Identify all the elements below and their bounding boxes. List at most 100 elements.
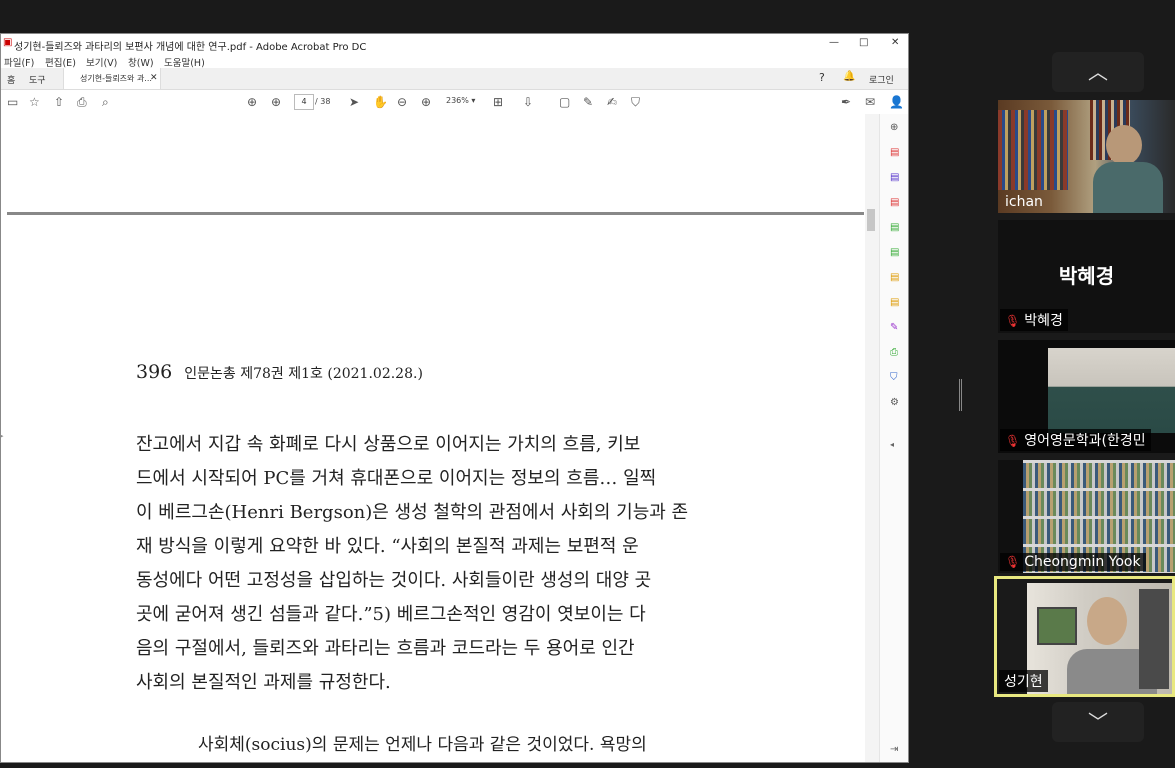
login-link[interactable]: 로그인 bbox=[869, 73, 894, 86]
person-image bbox=[1106, 125, 1142, 165]
select-cursor-icon[interactable]: ➤ bbox=[349, 95, 359, 109]
help-icon[interactable]: ? bbox=[819, 71, 825, 84]
text-line: 곳에 굳어져 생긴 섬들과 같다.”5) 베르그손적인 영감이 엿보이는 다 bbox=[136, 604, 646, 625]
tab-home[interactable]: 홈 bbox=[7, 73, 15, 86]
scroll-up-button[interactable]: ︿ bbox=[1052, 52, 1144, 92]
text-line: 동성에다 어떤 고정성을 삽입하는 것이다. 사회들이란 생성의 대양 곳 bbox=[136, 570, 652, 591]
tab-document[interactable]: 성기현-들뢰즈와 과... ✕ bbox=[63, 68, 161, 89]
mic-muted-icon: 🎙 bbox=[1005, 314, 1021, 328]
text-line: 이 베르그손(Henri Bergson)은 생성 철학의 관점에서 사회의 기… bbox=[136, 502, 689, 523]
window-title: 성기현-들뢰즈와 과타리의 보편사 개념에 대한 연구.pdf - Adobe … bbox=[14, 42, 367, 53]
menu-view[interactable]: 보기(V) bbox=[86, 55, 117, 69]
tab-bar: 홈 도구 성기현-들뢰즈와 과... ✕ ? 🔔 로그인 bbox=[1, 68, 908, 90]
participant-name: ichan bbox=[1005, 194, 1043, 210]
create-pdf-icon[interactable]: ▤ bbox=[890, 147, 899, 159]
export-pdf-icon[interactable]: ▤ bbox=[890, 197, 899, 209]
menu-edit[interactable]: 편집(E) bbox=[45, 55, 76, 69]
panel-resize-handle[interactable] bbox=[959, 379, 962, 411]
bookmark-star-icon[interactable]: ☆ bbox=[29, 95, 40, 109]
print-icon[interactable]: ⎙ bbox=[77, 95, 87, 109]
participant-name: 박혜경 bbox=[1024, 313, 1063, 329]
coat-image bbox=[1139, 589, 1169, 689]
print-production-icon[interactable]: ⎙ bbox=[890, 347, 898, 359]
search-icon[interactable]: ⌕ bbox=[102, 95, 109, 109]
participant-display-name: 박혜경 bbox=[1058, 264, 1115, 288]
journal-header: 인문논총 제78권 제1호 (2021.02.28.) bbox=[184, 366, 423, 382]
tab-close-icon[interactable]: ✕ bbox=[150, 73, 158, 83]
page-fit-icon[interactable]: ⊞ bbox=[493, 95, 503, 109]
video-tile[interactable]: 🎙 영어영문학과(한경민 bbox=[998, 340, 1175, 453]
minimize-icon[interactable]: — bbox=[829, 37, 839, 48]
edit-pdf-icon[interactable]: ▤ bbox=[890, 172, 899, 184]
previous-page-icon[interactable]: ⊕ bbox=[247, 95, 257, 109]
menu-bar: 파일(F) 편집(E) 보기(V) 창(W) 도움말(H) bbox=[1, 53, 908, 69]
hand-tool-icon[interactable]: ✋ bbox=[373, 95, 388, 109]
zoom-in-icon[interactable]: ⊕ bbox=[421, 95, 431, 109]
upload-icon[interactable]: ⇧ bbox=[54, 95, 64, 109]
participant-name: 성기현 bbox=[999, 670, 1048, 692]
mail-icon[interactable]: ✉ bbox=[865, 95, 875, 109]
chevron-up-icon: ︿ bbox=[1088, 60, 1108, 84]
text-line: 잔고에서 지갑 속 화폐로 다시 상품으로 이어지는 가치의 흐름, 키보 bbox=[136, 434, 641, 455]
comment-tool-icon[interactable]: ▤ bbox=[890, 272, 899, 284]
meeting-top-bar bbox=[0, 0, 1175, 33]
window-image bbox=[1037, 607, 1077, 645]
person-image bbox=[1087, 597, 1127, 645]
fill-sign-icon[interactable]: ✒ bbox=[841, 95, 851, 109]
combine-files-icon[interactable]: ▤ bbox=[890, 247, 899, 259]
zoom-select[interactable]: 236% ▾ bbox=[446, 94, 482, 108]
participant-name: Cheongmin Yook bbox=[1024, 554, 1141, 570]
bookshelf-image bbox=[998, 110, 1068, 190]
video-tile[interactable]: 🎙 Cheongmin Yook bbox=[998, 460, 1175, 573]
speech-bubble-icon[interactable]: ▤ bbox=[890, 297, 899, 309]
block-quote: 사회체(socius)의 문제는 언제나 다음과 같은 것이었다. 욕망의 bbox=[198, 735, 647, 755]
body-paragraph: 잔고에서 지갑 속 화폐로 다시 상품으로 이어지는 가치의 흐름, 키보 드에… bbox=[136, 428, 736, 700]
highlight-pen-icon[interactable]: ✎ bbox=[583, 95, 593, 109]
page-number-input[interactable]: 4 bbox=[294, 94, 314, 110]
zoom-out-icon[interactable]: ⊖ bbox=[397, 95, 407, 109]
close-icon[interactable]: ✕ bbox=[891, 37, 899, 48]
scroll-mode-icon[interactable]: ⇩ bbox=[523, 95, 533, 109]
text-line: 음의 구절에서, 들뢰즈와 과타리는 흐름과 코드라는 두 용어로 인간 bbox=[136, 638, 635, 659]
more-tools-icon[interactable]: ⚙ bbox=[890, 397, 899, 409]
expand-pane-icon[interactable]: ⇥ bbox=[890, 744, 898, 756]
mic-muted-icon: 🎙 bbox=[1005, 434, 1021, 448]
title-bar: ▣ 성기현-들뢰즈와 과타리의 보편사 개념에 대한 연구.pdf - Adob… bbox=[1, 34, 908, 53]
organize-pages-icon[interactable]: ▤ bbox=[890, 222, 899, 234]
menu-file[interactable]: 파일(F) bbox=[4, 55, 34, 69]
share-user-icon[interactable]: 👤 bbox=[889, 95, 904, 109]
text-line: 사회의 본질적인 과제를 규정한다. bbox=[136, 672, 391, 693]
zoom-value: 236% bbox=[446, 96, 469, 105]
video-tile[interactable]: 박혜경 🎙 박혜경 bbox=[998, 220, 1175, 333]
acrobat-pdf-icon: ▣ bbox=[3, 37, 13, 48]
text-line: 드에서 시작되어 PC를 거쳐 휴대폰으로 이어지는 정보의 흐름… 일찍 bbox=[136, 468, 657, 489]
participant-name: 영어영문학과(한경민 bbox=[1024, 433, 1146, 449]
page-total: / 38 bbox=[315, 97, 331, 106]
chevron-down-icon: ﹀ bbox=[1088, 710, 1108, 734]
collapse-pane-icon[interactable]: ◂ bbox=[890, 439, 894, 451]
bell-icon[interactable]: 🔔 bbox=[843, 71, 855, 82]
scrollbar-thumb[interactable] bbox=[867, 209, 875, 231]
tab-tools[interactable]: 도구 bbox=[29, 73, 46, 86]
participant-label: 🎙 Cheongmin Yook bbox=[1000, 553, 1146, 571]
left-edge-arrow-icon: ▸ bbox=[0, 432, 4, 440]
running-header: 396 인문논총 제78권 제1호 (2021.02.28.) bbox=[136, 361, 423, 383]
mic-muted-icon: 🎙 bbox=[1005, 555, 1021, 569]
maximize-icon[interactable]: □ bbox=[859, 37, 868, 48]
participant-label: 🎙 영어영문학과(한경민 bbox=[1000, 429, 1151, 451]
participant-label: 🎙 박혜경 bbox=[1000, 309, 1068, 331]
menu-help[interactable]: 도움말(H) bbox=[164, 55, 205, 69]
next-page-icon[interactable]: ⊕ bbox=[271, 95, 281, 109]
scroll-down-button[interactable]: ﹀ bbox=[1052, 702, 1144, 742]
sign-icon[interactable]: ✍ bbox=[607, 95, 617, 109]
fill-sign-tool-icon[interactable]: ✎ bbox=[890, 322, 898, 334]
video-tile[interactable]: ichan bbox=[998, 100, 1175, 213]
menu-window[interactable]: 창(W) bbox=[128, 55, 154, 69]
stamp-icon[interactable]: ⛉ bbox=[631, 95, 640, 109]
save-icon[interactable]: ▭ bbox=[7, 95, 18, 109]
comment-icon[interactable]: ▢ bbox=[559, 95, 570, 109]
page-number: 396 bbox=[136, 361, 173, 383]
zoom-tool-icon[interactable]: ⊕ bbox=[890, 122, 898, 134]
protect-shield-icon[interactable]: ⛉ bbox=[890, 372, 898, 384]
active-speaker-tile[interactable]: 성기현 bbox=[994, 576, 1175, 697]
